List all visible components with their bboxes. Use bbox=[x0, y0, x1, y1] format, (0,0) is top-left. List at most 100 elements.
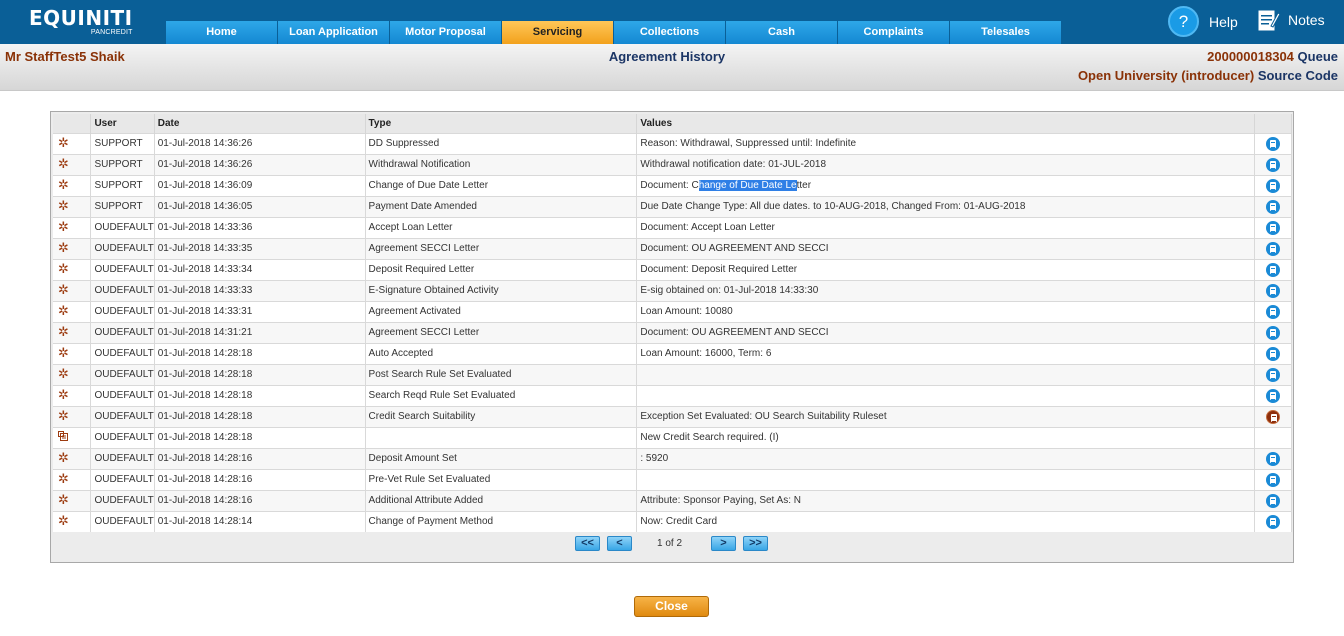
nav-tab-home[interactable]: Home bbox=[166, 21, 278, 44]
cell-date: 01-Jul-2018 14:36:09 bbox=[154, 174, 366, 196]
cell-date: 01-Jul-2018 14:28:18 bbox=[154, 405, 366, 427]
cell-values: Exception Set Evaluated: OU Search Suita… bbox=[636, 405, 1255, 427]
table-row[interactable]: ✲ SUPPORT 01-Jul-2018 14:36:05 Payment Date… bbox=[53, 195, 1292, 217]
detail-icon[interactable] bbox=[1266, 388, 1280, 403]
header-action bbox=[1254, 114, 1292, 133]
table-row[interactable]: ✲ OUDEFAULT 01-Jul-2018 14:33:34 Deposit Re… bbox=[53, 258, 1292, 280]
nav-tab-cash[interactable]: Cash bbox=[726, 21, 838, 44]
account-number[interactable]: 200000018304 bbox=[1207, 49, 1294, 64]
table-row[interactable]: ✲ OUDEFAULT 01-Jul-2018 14:28:18 Post Searc… bbox=[53, 363, 1292, 385]
table-row[interactable]: ✲ OUDEFAULT 01-Jul-2018 14:33:35 Agreement … bbox=[53, 237, 1292, 259]
detail-icon[interactable] bbox=[1266, 367, 1280, 382]
next-page-button[interactable]: > bbox=[711, 536, 736, 551]
cell-values bbox=[636, 468, 1255, 490]
event-star-icon: ✲ bbox=[58, 449, 69, 465]
notes-button[interactable]: Notes bbox=[1258, 8, 1325, 32]
account-info: 200000018304 Queue bbox=[1207, 49, 1338, 64]
nav-tab-telesales[interactable]: Telesales bbox=[950, 21, 1062, 44]
detail-icon[interactable] bbox=[1266, 346, 1280, 361]
table-row[interactable]: ✲ OUDEFAULT 01-Jul-2018 14:28:16 Additional… bbox=[53, 489, 1292, 511]
table-row[interactable]: ✲ OUDEFAULT 01-Jul-2018 14:28:16 Pre-Vet Ru… bbox=[53, 468, 1292, 490]
help-button[interactable]: ? Help bbox=[1168, 6, 1238, 37]
event-star-icon: ✲ bbox=[58, 218, 69, 234]
cell-type: Search Reqd Rule Set Evaluated bbox=[365, 384, 638, 406]
cell-date: 01-Jul-2018 14:28:18 bbox=[154, 342, 366, 364]
cell-user: OUDEFAULT bbox=[90, 216, 155, 238]
event-star-icon: ✲ bbox=[58, 470, 69, 486]
detail-icon[interactable] bbox=[1266, 283, 1280, 298]
detail-icon[interactable] bbox=[1266, 178, 1280, 193]
detail-icon[interactable] bbox=[1266, 157, 1280, 172]
equiniti-logo[interactable]: EQUINITI PANCREDIT bbox=[29, 7, 133, 37]
detail-icon[interactable] bbox=[1266, 325, 1280, 340]
cell-type: Payment Date Amended bbox=[365, 195, 638, 217]
source-value: Open University (introducer) bbox=[1077, 68, 1255, 83]
cell-user: OUDEFAULT bbox=[90, 426, 155, 448]
table-row[interactable]: ✲ OUDEFAULT 01-Jul-2018 14:33:36 Accept Loa… bbox=[53, 216, 1292, 238]
nav-tab-collections[interactable]: Collections bbox=[614, 21, 726, 44]
cell-values: Document: Accept Loan Letter bbox=[636, 216, 1255, 238]
exception-detail-icon[interactable] bbox=[1266, 409, 1280, 424]
table-body: ✲ SUPPORT 01-Jul-2018 14:36:26 DD Suppresse… bbox=[53, 132, 1292, 532]
source-info: Open University (introducer) Source Code bbox=[1078, 68, 1338, 83]
detail-icon[interactable] bbox=[1266, 493, 1280, 508]
detail-icon[interactable] bbox=[1266, 262, 1280, 277]
values-text: Document: C bbox=[640, 180, 699, 191]
table-row[interactable]: ✲ OUDEFAULT 01-Jul-2018 14:33:31 Agreement … bbox=[53, 300, 1292, 322]
table-row[interactable]: ✲ SUPPORT 01-Jul-2018 14:36:26 Withdrawal N… bbox=[53, 153, 1292, 175]
event-star-icon: ✲ bbox=[58, 260, 69, 276]
detail-icon[interactable] bbox=[1266, 220, 1280, 235]
cell-type: Change of Due Date Letter bbox=[365, 174, 638, 196]
detail-icon[interactable] bbox=[1266, 241, 1280, 256]
first-page-button[interactable]: << bbox=[575, 536, 600, 551]
event-star-icon: ✲ bbox=[58, 323, 69, 339]
table-row[interactable]: ✲ OUDEFAULT 01-Jul-2018 14:33:33 E-Signatur… bbox=[53, 279, 1292, 301]
table-row[interactable]: ✲ SUPPORT 01-Jul-2018 14:36:26 DD Suppresse… bbox=[53, 132, 1292, 154]
cell-date: 01-Jul-2018 14:28:16 bbox=[154, 489, 366, 511]
table-row[interactable]: ✲ SUPPORT 01-Jul-2018 14:36:09 Change of Du… bbox=[53, 174, 1292, 196]
prev-page-button[interactable]: < bbox=[607, 536, 632, 551]
cell-user: OUDEFAULT bbox=[90, 405, 155, 427]
header-date[interactable]: Date bbox=[154, 114, 366, 133]
notes-icon bbox=[1258, 10, 1280, 31]
cell-type: Deposit Required Letter bbox=[365, 258, 638, 280]
last-page-button[interactable]: >> bbox=[743, 536, 768, 551]
values-text: tter bbox=[796, 180, 812, 191]
agreement-header: Mr StaffTest5 Shaik Agreement History 20… bbox=[0, 44, 1344, 91]
header-user[interactable]: User bbox=[90, 114, 155, 133]
event-star-icon: ✲ bbox=[58, 302, 69, 318]
detail-icon[interactable] bbox=[1266, 136, 1280, 151]
nav-tab-motor-proposal[interactable]: Motor Proposal bbox=[390, 21, 502, 44]
cell-values: Document: OU AGREEMENT AND SECCI bbox=[636, 237, 1255, 259]
detail-icon[interactable] bbox=[1266, 451, 1280, 466]
cell-user: SUPPORT bbox=[90, 132, 155, 154]
main-nav: Home Loan Application Motor Proposal Servic… bbox=[166, 21, 1062, 44]
nav-tab-loan-application[interactable]: Loan Application bbox=[278, 21, 390, 44]
header-type[interactable]: Type bbox=[365, 114, 638, 133]
detail-icon[interactable] bbox=[1266, 199, 1280, 214]
detail-icon[interactable] bbox=[1266, 472, 1280, 487]
table-row[interactable]: ✲ OUDEFAULT 01-Jul-2018 14:28:18 Auto Accep… bbox=[53, 342, 1292, 364]
detail-icon[interactable] bbox=[1266, 304, 1280, 319]
cell-type: Auto Accepted bbox=[365, 342, 638, 364]
cell-user: OUDEFAULT bbox=[90, 363, 155, 385]
table-row[interactable]: ✲ OUDEFAULT 01-Jul-2018 14:28:14 Change of … bbox=[53, 510, 1292, 532]
event-star-icon: ✲ bbox=[58, 176, 69, 192]
table-row[interactable]: ✲ OUDEFAULT 01-Jul-2018 14:28:18 Credit Sea… bbox=[53, 405, 1292, 427]
table-row[interactable]: ✲ OUDEFAULT 01-Jul-2018 14:28:16 Deposit Am… bbox=[53, 447, 1292, 469]
cell-date: 01-Jul-2018 14:28:18 bbox=[154, 426, 366, 448]
table-row[interactable]: ✲ OUDEFAULT 01-Jul-2018 14:31:21 Agreement … bbox=[53, 321, 1292, 343]
nav-tab-complaints[interactable]: Complaints bbox=[838, 21, 950, 44]
logo-brand: EQUINITI bbox=[29, 6, 133, 30]
header-values[interactable]: Values bbox=[636, 114, 1255, 133]
event-star-icon: ✲ bbox=[58, 386, 69, 402]
table-row[interactable]: ✲ OUDEFAULT 01-Jul-2018 14:28:18 Search Req… bbox=[53, 384, 1292, 406]
close-button[interactable]: Close bbox=[634, 596, 709, 617]
cell-user: SUPPORT bbox=[90, 153, 155, 175]
table-row[interactable]: OUDEFAULT 01-Jul-2018 14:28:18 New Credit … bbox=[53, 426, 1292, 448]
event-star-icon: ✲ bbox=[58, 491, 69, 507]
cell-values bbox=[636, 363, 1255, 385]
cell-type: Agreement SECCI Letter bbox=[365, 321, 638, 343]
detail-icon[interactable] bbox=[1266, 514, 1280, 529]
nav-tab-servicing[interactable]: Servicing bbox=[502, 21, 614, 44]
